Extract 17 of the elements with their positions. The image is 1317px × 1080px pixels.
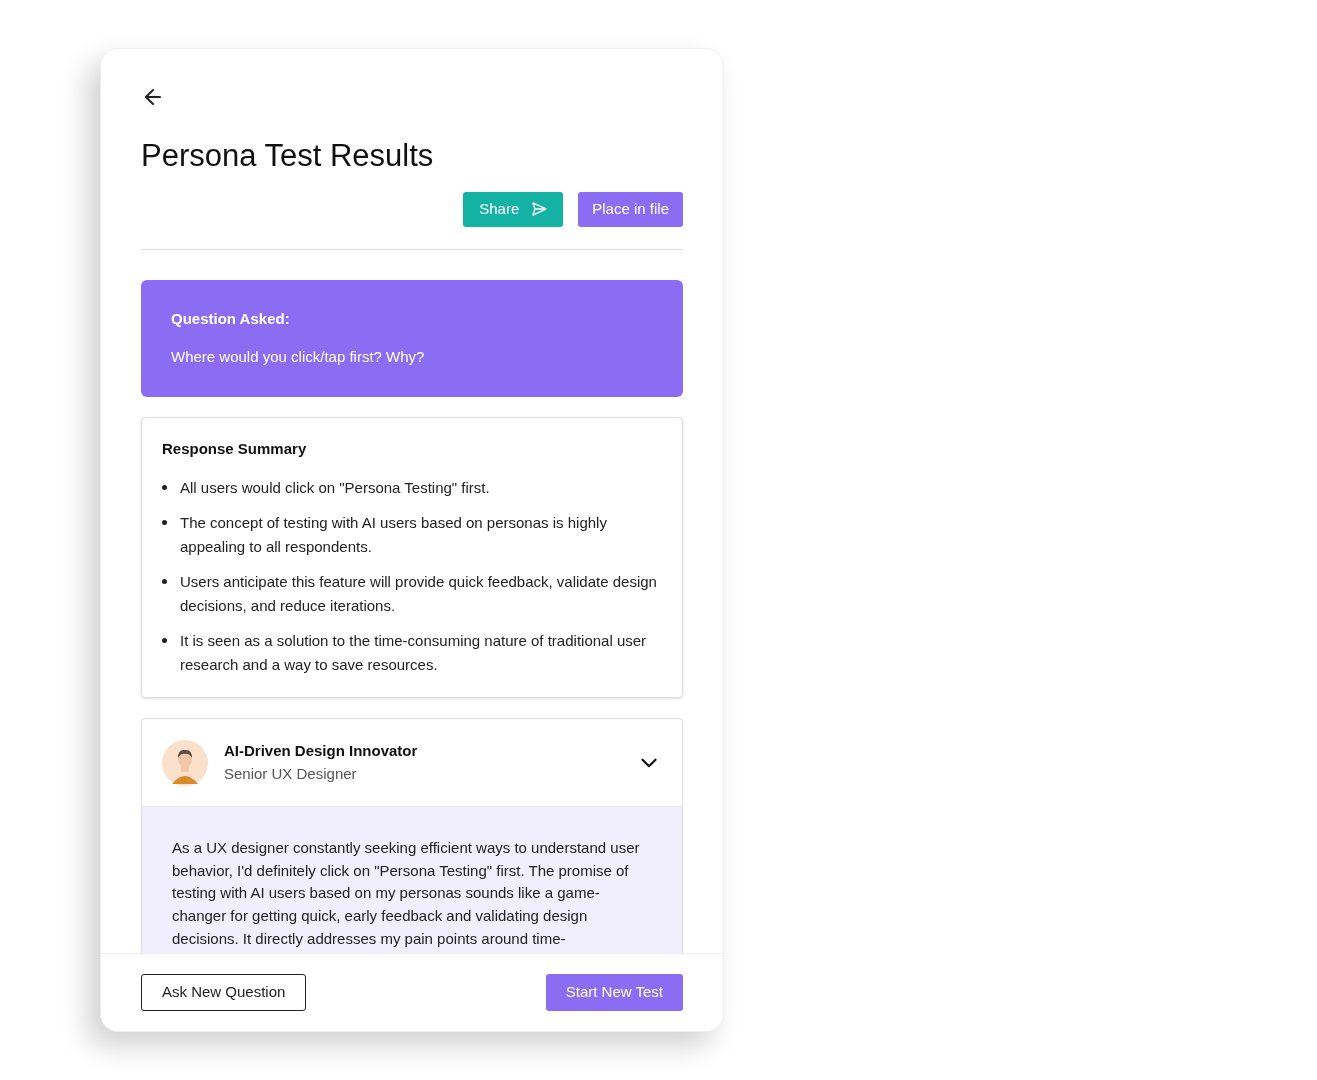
send-icon [531, 201, 548, 218]
summary-point: Users anticipate this feature will provide quick feedback, validate design decisions, and reduce iterations. [180, 572, 658, 617]
summary-point: It is seen as a solution to the time-consuming nature of traditional user research and a way to save resources. [180, 631, 648, 676]
avatar-icon [162, 739, 208, 786]
question-text: Where would you click/tap first? Why? [171, 347, 426, 368]
persona-response: As a UX designer constantly seeking efficient ways to understand user behavior, I'd definitely click on "Persona Testing" first. The promise of testing with AI users based on my personas sounds like a game-changer for getting quick, early feedback and validating design decisions. It directly addresses my pain points around time- [172, 838, 641, 949]
page-title: Persona Test Results [141, 137, 435, 175]
ask-new-question-button[interactable]: Ask New Question [141, 974, 307, 1011]
summary-point: The concept of testing with AI users based on personas is highly appealing to all respondents. [180, 513, 608, 558]
persona-role: Senior UX Designer [224, 763, 358, 784]
summary-point: All users would click on "Persona Testing" first. [180, 478, 490, 499]
question-heading: Question Asked: [171, 308, 291, 329]
persona-name: AI-Driven Design Innovator [224, 741, 419, 762]
summary-heading: Response Summary [162, 438, 308, 459]
place-in-file-button[interactable]: Place in file [578, 191, 683, 227]
share-button[interactable]: Share [463, 191, 564, 227]
start-new-test-button[interactable]: Start New Test [545, 974, 683, 1011]
